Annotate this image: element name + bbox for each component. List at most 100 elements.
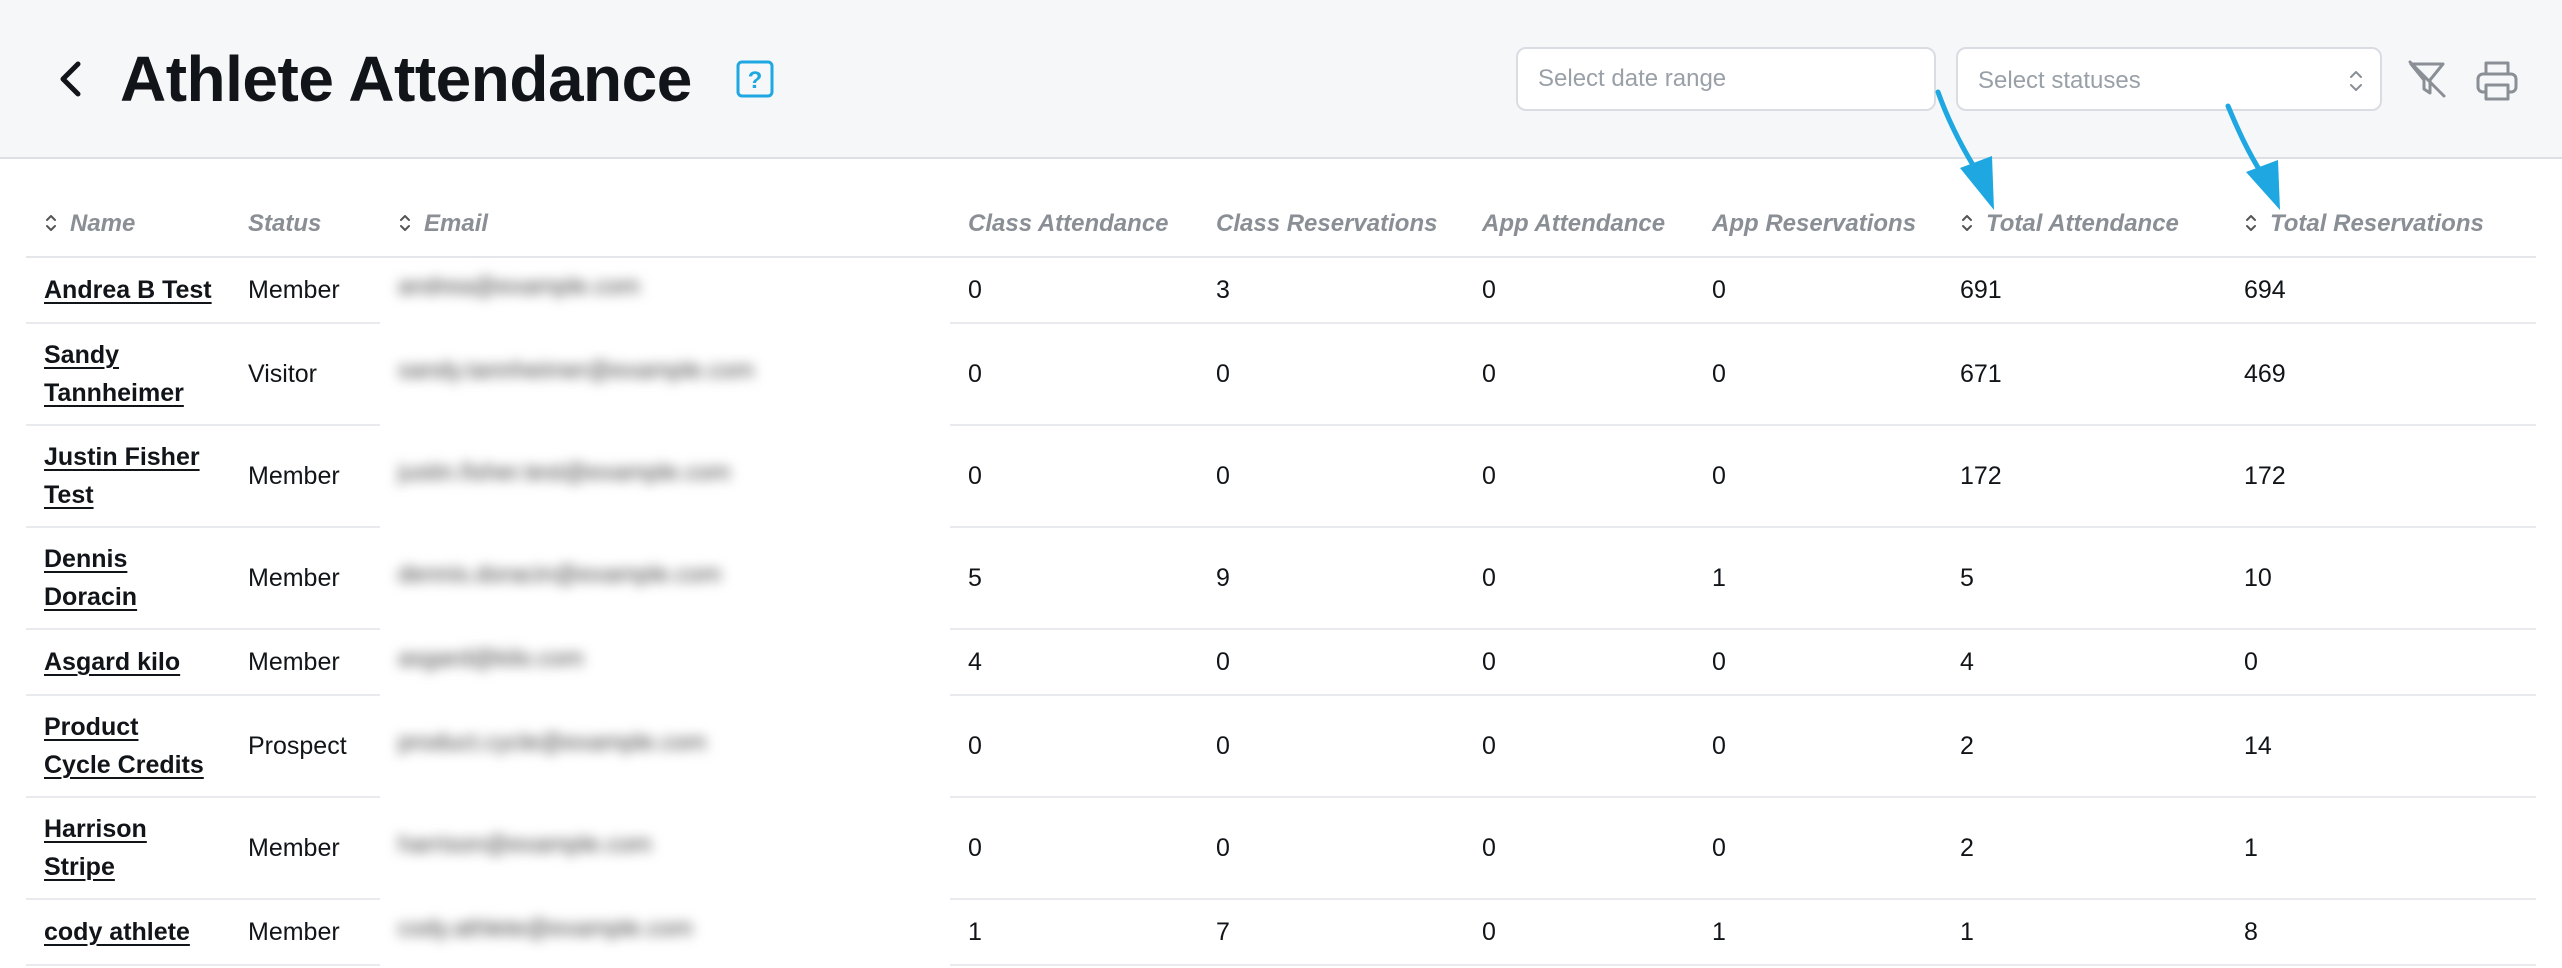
sort-icon [400,215,410,231]
email-cell: dennis.doracin@example.com [380,527,950,629]
email-text: cody.athlete@example.com [398,914,693,942]
column-label: Status [248,210,322,237]
app-attendance-cell: 0 [1464,695,1694,798]
name-cell: Dennis Doracin [26,527,230,630]
class-reservations-cell: 7 [1198,899,1464,966]
athlete-name-link[interactable]: Andrea B Test [44,276,212,304]
name-cell: Harrison Stripe [26,797,230,900]
athlete-name-link[interactable]: Justin Fisher Test [44,443,200,509]
table-row: Justin Fisher Test Member justin.fisher.… [26,425,2536,528]
class-reservations-cell: 0 [1198,629,1464,696]
app-reservations-cell: 0 [1694,797,1942,900]
column-label: Name [70,210,136,237]
status-cell: Visitor [230,323,380,426]
column-header-total-attendance[interactable]: Total Attendance [1942,192,2226,258]
column-label: Email [424,210,489,237]
email-cell: asgard@kilo.com [380,629,950,695]
total-attendance-cell: 5 [1942,527,2226,630]
email-cell: cody.athlete@example.com [380,899,950,965]
total-attendance-cell: 172 [1942,425,2226,528]
app-reservations-cell: 0 [1694,629,1942,696]
athlete-name-link[interactable]: Dennis Doracin [44,545,137,611]
class-reservations-cell: 9 [1198,527,1464,630]
email-cell: product.cycle@example.com [380,695,950,797]
sort-icon [2246,215,2256,231]
email-text: andrea@example.com [398,273,640,300]
column-header-name[interactable]: Name [26,192,230,258]
column-header-email[interactable]: Email [380,192,950,258]
app-attendance-cell: 0 [1464,899,1694,966]
total-reservations-cell: 469 [2226,323,2536,426]
class-attendance-cell: 4 [950,629,1198,696]
filter-off-icon[interactable] [2406,58,2448,100]
status-cell: Member [230,425,380,528]
column-label: App Attendance [1482,210,1666,237]
athlete-name-link[interactable]: Asgard kilo [44,648,180,676]
total-attendance-cell: 4 [1942,629,2226,696]
app-attendance-cell: 0 [1464,257,1694,324]
column-label: App Reservations [1712,210,1917,237]
athlete-name-link[interactable]: Sandy Tannheimer [44,341,184,407]
help-icon[interactable]: ? [736,60,774,98]
app-attendance-cell: 0 [1464,629,1694,696]
athlete-name-link[interactable]: Product Cycle Credits [44,713,204,779]
name-cell: Asgard kilo [26,629,230,696]
table-row: Harrison Stripe Member harrison@example.… [26,797,2536,900]
status-select[interactable]: Select statuses [1956,47,2382,111]
athlete-name-link[interactable]: Harrison Stripe [44,815,147,881]
total-attendance-cell: 2 [1942,797,2226,900]
chevron-up-down-icon [2350,71,2362,91]
class-attendance-cell: 0 [950,695,1198,798]
svg-text:?: ? [748,67,763,94]
total-attendance-cell: 1 [1942,899,2226,966]
column-label: Class Reservations [1216,210,1438,237]
app-reservations-cell: 0 [1694,323,1942,426]
page-title: Athlete Attendance [120,43,692,115]
status-cell: Member [230,899,380,966]
status-cell: Member [230,257,380,324]
class-attendance-cell: 0 [950,323,1198,426]
name-cell: cody athlete [26,899,230,966]
class-reservations-cell: 3 [1198,257,1464,324]
app-attendance-cell: 0 [1464,527,1694,630]
email-cell: justin.fisher.test@example.com [380,425,950,527]
column-header-status: Status [230,192,380,258]
date-range-input[interactable] [1516,47,1936,111]
table-row: Sandy Tannheimer Visitor sandy.tannheime… [26,323,2536,426]
email-text: asgard@kilo.com [398,644,584,672]
column-label: Total Reservations [2270,210,2484,237]
total-reservations-cell: 1 [2226,797,2536,900]
column-label: Class Attendance [968,210,1169,237]
athlete-name-link[interactable]: cody athlete [44,918,190,946]
column-header-class-attendance: Class Attendance [950,192,1198,258]
email-text: sandy.tannheimer@example.com [398,356,755,384]
printer-icon[interactable] [2474,58,2520,102]
column-header-app-reservations: App Reservations [1694,192,1942,258]
column-header-total-reservations[interactable]: Total Reservations [2226,192,2536,258]
email-cell: harrison@example.com [380,797,950,899]
table-header-row: Name Status Email Class Attendance Class… [26,192,2536,258]
class-attendance-cell: 0 [950,257,1198,324]
name-cell: Sandy Tannheimer [26,323,230,426]
total-attendance-cell: 671 [1942,323,2226,426]
app-reservations-cell: 1 [1694,899,1942,966]
page-header: Athlete Attendance ? Select statuses [0,0,2562,159]
total-reservations-cell: 8 [2226,899,2536,966]
total-reservations-cell: 694 [2226,257,2536,324]
name-cell: Justin Fisher Test [26,425,230,528]
back-chevron-icon[interactable] [54,58,86,100]
status-cell: Prospect [230,695,380,798]
total-reservations-cell: 172 [2226,425,2536,528]
table-row: cody athlete Member cody.athlete@example… [26,899,2536,966]
email-text: justin.fisher.test@example.com [398,458,731,486]
email-cell: andrea@example.com [380,257,950,323]
attendance-table: Name Status Email Class Attendance Class… [26,192,2536,966]
class-reservations-cell: 0 [1198,323,1464,426]
table-row: Dennis Doracin Member dennis.doracin@exa… [26,527,2536,630]
class-reservations-cell: 0 [1198,797,1464,900]
name-cell: Product Cycle Credits [26,695,230,798]
status-cell: Member [230,797,380,900]
class-attendance-cell: 0 [950,425,1198,528]
sort-icon [46,215,56,231]
total-reservations-cell: 14 [2226,695,2536,798]
